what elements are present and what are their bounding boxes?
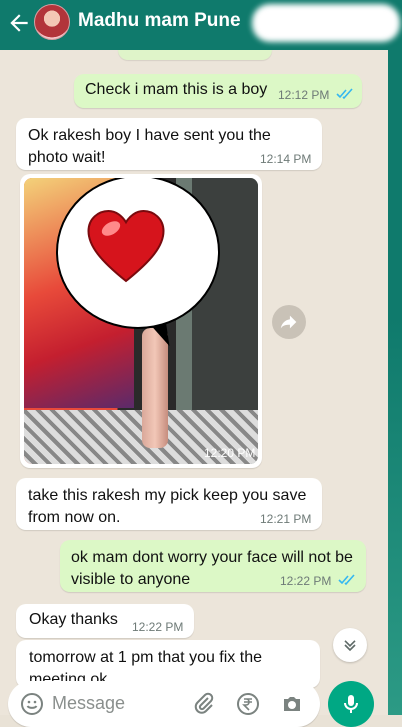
message-bubble[interactable]: Check i mam this is a boy 12:12 PM bbox=[74, 74, 362, 108]
read-ticks-icon bbox=[338, 574, 355, 586]
redacted-area bbox=[252, 4, 400, 42]
message-bubble[interactable]: take this rakesh my pick keep you save f… bbox=[16, 478, 322, 530]
camera-icon[interactable] bbox=[280, 692, 304, 716]
message-text: Check i mam this is a boy bbox=[85, 81, 268, 98]
forward-icon bbox=[280, 315, 297, 329]
message-time: 12:22 PM bbox=[280, 574, 332, 588]
chevron-down-icon bbox=[344, 640, 356, 652]
rupee-icon[interactable] bbox=[236, 692, 260, 716]
chat-header: Madhu mam Pune bbox=[0, 0, 402, 50]
chat-area[interactable]: Check i mam this is a boy 12:12 PM Ok ra… bbox=[0, 50, 388, 715]
mic-button[interactable] bbox=[328, 681, 374, 727]
read-ticks-icon bbox=[336, 88, 353, 100]
back-arrow-icon[interactable] bbox=[6, 10, 32, 36]
side-strip bbox=[388, 50, 402, 715]
mic-icon bbox=[344, 695, 358, 713]
message-text: Okay thanks bbox=[29, 611, 118, 628]
message-input-bar[interactable]: Message bbox=[8, 681, 320, 727]
scroll-down-button[interactable] bbox=[333, 628, 367, 662]
emoji-icon[interactable] bbox=[20, 692, 44, 716]
message-time: 12:20 PM bbox=[204, 446, 256, 460]
heart-icon bbox=[87, 209, 165, 283]
message-bubble[interactable]: Okay thanks 12:22 PM bbox=[16, 604, 194, 638]
partial-message bbox=[118, 50, 272, 60]
image-message[interactable]: 12:20 PM bbox=[20, 174, 262, 468]
message-time: 12:14 PM bbox=[260, 152, 312, 166]
message-bubble[interactable]: ok mam dont worry your face will not be … bbox=[60, 540, 366, 592]
message-time: 12:21 PM bbox=[260, 512, 312, 526]
message-bubble[interactable]: Ok rakesh boy I have sent you the photo … bbox=[16, 118, 322, 170]
photo[interactable]: 12:20 PM bbox=[24, 178, 258, 464]
attach-icon[interactable] bbox=[192, 692, 216, 716]
message-input[interactable]: Message bbox=[52, 693, 125, 714]
avatar[interactable] bbox=[34, 4, 70, 40]
message-text: Ok rakesh boy I have sent you the photo … bbox=[28, 127, 271, 166]
message-time: 12:12 PM bbox=[278, 88, 330, 102]
forward-button[interactable] bbox=[272, 305, 306, 339]
contact-name[interactable]: Madhu mam Pune bbox=[78, 10, 241, 32]
message-time: 12:22 PM bbox=[132, 620, 184, 634]
